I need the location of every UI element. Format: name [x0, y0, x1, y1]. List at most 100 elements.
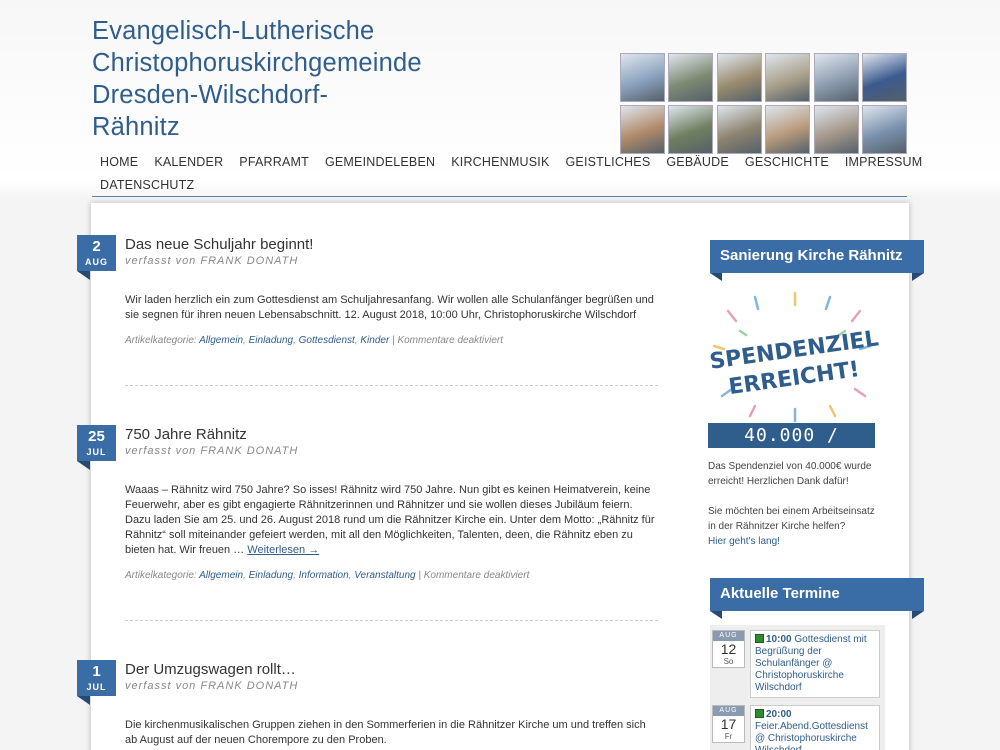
event-day: 12 [720, 641, 737, 657]
event-details[interactable]: 20:00 Feier.Abend.Gottesdienst @ Christo… [750, 705, 880, 750]
church-photo-5 [813, 53, 859, 102]
post-date-badge: 25 JUL [77, 425, 116, 470]
event-weekday: So [723, 657, 734, 666]
site-title-line: Evangelisch-Lutherische [92, 17, 375, 45]
nav-row: Datenschutz [92, 173, 907, 196]
post-date-badge: 1 JUL [77, 660, 116, 705]
site-title-line: Rähnitz [92, 113, 180, 141]
nav-item-kalender[interactable]: Kalender [146, 155, 231, 169]
donation-goal-image[interactable]: SPENDENZIEL ERREICHT! [708, 291, 880, 426]
church-photo-12 [861, 105, 907, 154]
post-date-day: 1 [92, 663, 101, 680]
post-author-prefix: verfasst von [125, 255, 197, 267]
widget-title-events: Aktuelle Termine [710, 578, 924, 619]
post-author: verfasst von Frank Donath [125, 445, 298, 457]
post-date-month: JUL [86, 447, 107, 457]
nav-item-gebaeude[interactable]: Gebäude [658, 155, 737, 169]
post-category-label: Artikelkategorie: [125, 570, 197, 581]
post-category-link[interactable]: Einladung [249, 335, 293, 346]
post-date-month: AUG [85, 257, 108, 267]
post-author-link[interactable]: Frank Donath [200, 445, 298, 457]
church-photo-9 [716, 105, 762, 154]
post-excerpt-text: Waaas – Rähnitz wird 750 Jahre? So isses… [125, 484, 655, 556]
church-photo-3 [716, 53, 762, 102]
church-photo-7 [620, 105, 665, 154]
nav-item-pfarramt[interactable]: Pfarramt [231, 155, 317, 169]
site-title-line: Christophoruskirchgemeinde [92, 49, 422, 77]
event-time: 20:00 [766, 709, 792, 720]
post-comments-status: Kommentare deaktiviert [423, 570, 530, 581]
church-photo-11 [813, 105, 859, 154]
nav-item-kirchenmusik[interactable]: Kirchenmusik [443, 155, 557, 169]
content-area: 2 AUG Das neue Schuljahr beginnt! verfas… [77, 203, 924, 750]
help-link[interactable]: Hier geht's lang! [708, 536, 780, 547]
post-separator [125, 385, 658, 386]
post-separator [125, 620, 658, 621]
post-category-link[interactable]: Kinder [360, 335, 389, 346]
post-meta: Artikelkategorie: Allgemein, Einladung, … [125, 570, 530, 581]
widget-title-donation: Sanierung Kirche Rähnitz [710, 240, 924, 281]
main-navigation: Home Kalender Pfarramt Gemeindeleben Kir… [92, 150, 922, 197]
post-category-label: Artikelkategorie: [125, 335, 197, 346]
post-author-prefix: verfasst von [125, 445, 197, 457]
event-category-dot-icon [755, 634, 764, 643]
event-details[interactable]: 10:00 Gottesdienst mit Begrüßung der Sch… [750, 630, 880, 698]
post-date-month: JUL [86, 682, 107, 692]
post-excerpt: Waaas – Rähnitz wird 750 Jahre? So isses… [125, 483, 657, 558]
post-author: verfasst von Frank Donath [125, 255, 298, 267]
post-category-link[interactable]: Information [299, 570, 349, 581]
post-category-link[interactable]: Veranstaltung [354, 570, 415, 581]
post-excerpt-text: Die kirchenmusikalischen Gruppen ziehen … [125, 719, 646, 746]
event-date: AUG 17 Fr [712, 705, 745, 743]
post-title[interactable]: 750 Jahre Rähnitz [125, 426, 247, 443]
post-author-link[interactable]: Frank Donath [200, 680, 298, 692]
event-month: AUG [713, 631, 744, 641]
post-category-link[interactable]: Gottesdienst [299, 335, 355, 346]
post-comments-status: Kommentare deaktiviert [397, 335, 504, 346]
nav-item-gemeindeleben[interactable]: Gemeindeleben [317, 155, 443, 169]
donation-counter: 40.000 / 40.000 [708, 423, 875, 471]
post-category-link[interactable]: Allgemein [199, 335, 243, 346]
events-list: AUG 12 So 10:00 Gottesdienst mit Begrüßu… [710, 625, 885, 750]
event-day: 17 [720, 716, 737, 732]
church-window-photo [861, 53, 907, 102]
church-interior-photo [765, 105, 811, 154]
nav-item-datenschutz[interactable]: Datenschutz [92, 178, 202, 192]
post-author: verfasst von Frank Donath [125, 680, 298, 692]
post-excerpt: Die kirchenmusikalischen Gruppen ziehen … [125, 718, 657, 748]
event-category-dot-icon [755, 709, 764, 718]
post-category-link[interactable]: Einladung [249, 570, 293, 581]
post-date-day: 25 [88, 428, 105, 445]
help-text: Sie möchten bei einem Arbeitseinsatz in … [708, 504, 883, 549]
nav-row: Home Kalender Pfarramt Gemeindeleben Kir… [92, 150, 922, 173]
event-date: AUG 12 So [712, 630, 745, 668]
nav-item-home[interactable]: Home [92, 155, 146, 169]
post-meta: Artikelkategorie: Allgemein, Einladung, … [125, 335, 504, 346]
post-excerpt-text: Wir laden herzlich ein zum Gottesdienst … [125, 294, 654, 321]
church-photo-1 [620, 53, 665, 102]
post-category-link[interactable]: Allgemein [199, 570, 243, 581]
event-title[interactable]: Feier.Abend.Gottesdienst @ Christophorus… [755, 721, 868, 750]
nav-item-geistliches[interactable]: Geistliches [558, 155, 659, 169]
event-time: 10:00 [766, 634, 792, 645]
church-photo-8 [668, 105, 714, 154]
post-title[interactable]: Der Umzugswagen rollt… [125, 661, 296, 678]
post-date-day: 2 [92, 238, 101, 255]
donation-goal-graphic: SPENDENZIEL ERREICHT! [708, 291, 880, 423]
nav-item-geschichte[interactable]: Geschichte [737, 155, 837, 169]
post-excerpt: Wir laden herzlich ein zum Gottesdienst … [125, 293, 657, 323]
site-title[interactable]: Evangelisch-Lutherische Christophoruskir… [92, 15, 472, 143]
post-author-link[interactable]: Frank Donath [200, 255, 298, 267]
site-title-line: Dresden-Wilschdorf- [92, 81, 329, 109]
church-photo-4 [765, 53, 811, 102]
post-date-badge: 2 AUG [77, 235, 116, 280]
help-text-body: Sie möchten bei einem Arbeitseinsatz in … [708, 506, 875, 532]
post-author-prefix: verfasst von [125, 680, 197, 692]
read-more-link[interactable]: Weiterlesen → [247, 544, 319, 556]
post-title[interactable]: Das neue Schuljahr beginnt! [125, 236, 313, 253]
donation-text: Das Spendenziel von 40.000€ wurde erreic… [708, 461, 872, 487]
church-photo-2 [668, 53, 714, 102]
header-photo-grid [620, 53, 907, 156]
nav-item-impressum[interactable]: Impressum [837, 155, 931, 169]
event-weekday: Fr [724, 732, 733, 741]
